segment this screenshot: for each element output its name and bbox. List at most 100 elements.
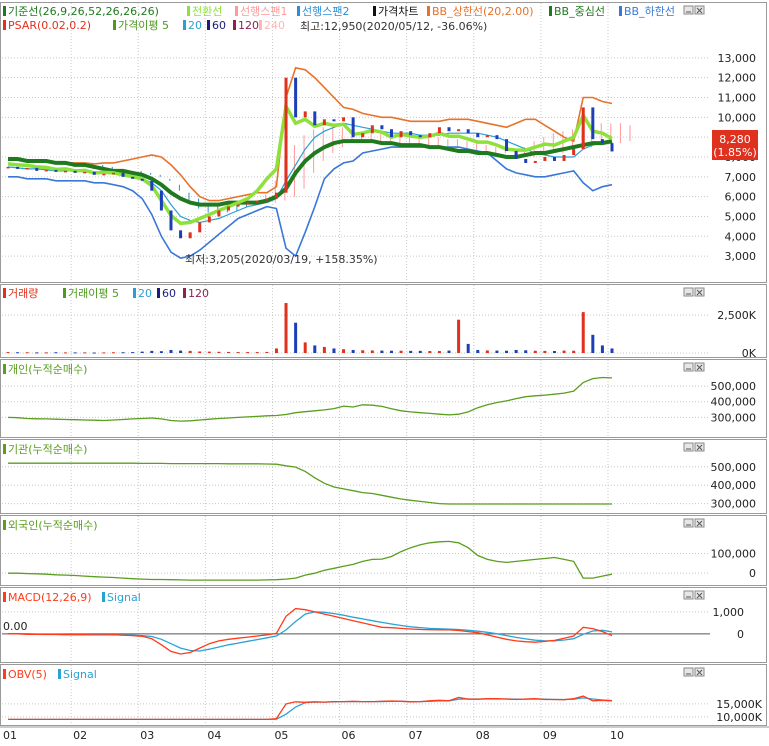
legend-swatch — [233, 20, 236, 30]
flow-axis-tick: 400,000 — [711, 396, 757, 409]
volume-bar — [457, 319, 461, 353]
minimize-icon[interactable] — [683, 287, 694, 297]
legend-item[interactable]: 거래량 — [8, 287, 38, 300]
legend-swatch — [235, 6, 238, 16]
legend-item[interactable]: 가격차트 — [378, 5, 418, 18]
minimize-icon[interactable] — [683, 518, 694, 528]
flow-axis-tick: 400,000 — [711, 479, 757, 492]
minimize-icon[interactable] — [683, 5, 694, 15]
price-candle — [572, 149, 576, 156]
macd-axis-tick: 0 — [737, 628, 744, 641]
volume-axis-tick: 2,500K — [717, 309, 756, 322]
legend-swatch — [3, 669, 6, 679]
price-candle — [140, 178, 144, 181]
price-axis-tick: 3,000 — [725, 250, 757, 263]
legend-swatch — [187, 6, 190, 16]
price-candle — [476, 133, 480, 138]
legend-item[interactable]: 60 — [212, 19, 226, 32]
legend-swatch — [157, 288, 160, 298]
volume-bar — [495, 350, 499, 353]
price-candle — [102, 173, 106, 176]
macd-zero-label: 0.00 — [3, 620, 28, 633]
price-candle — [342, 117, 346, 122]
panel-legend[interactable]: 기관(누적순매수) — [8, 443, 87, 456]
legend-item[interactable]: Signal — [107, 591, 141, 604]
price-candle — [418, 135, 422, 138]
price-candle — [198, 222, 202, 233]
legend-item[interactable]: PSAR(0.02,0.2) — [8, 19, 91, 32]
price-candle — [303, 111, 307, 118]
price-candle — [552, 156, 556, 161]
legend-item[interactable]: BB_하한선 — [624, 4, 675, 18]
price-candle — [610, 143, 614, 152]
legend-item[interactable]: Signal — [63, 668, 97, 681]
legend-item[interactable]: 60 — [162, 287, 176, 300]
minimize-icon[interactable] — [683, 590, 694, 600]
volume-bar — [159, 351, 163, 353]
minimize-icon[interactable] — [683, 362, 694, 372]
price-candle — [361, 133, 365, 138]
volume-bar — [600, 345, 604, 353]
legend-item[interactable]: 120 — [188, 287, 209, 300]
volume-bar — [552, 351, 556, 353]
current-change: (1.85%) — [713, 146, 757, 159]
legend-item[interactable]: 20 — [188, 19, 202, 32]
volume-bar — [533, 350, 537, 353]
volume-bar — [294, 322, 298, 353]
legend-swatch — [373, 6, 376, 16]
legend-item[interactable]: 기준선(26,9,26,52,26,26,26) — [8, 5, 159, 18]
volume-bar — [562, 350, 566, 353]
price-candle — [409, 131, 413, 136]
price-axis-tick: 6,000 — [725, 191, 757, 204]
minimize-icon[interactable] — [683, 442, 694, 452]
legend-swatch — [3, 364, 6, 374]
legend-item[interactable]: 전환선 — [192, 5, 222, 18]
legend-item[interactable]: OBV(5) — [8, 668, 47, 681]
legend-item[interactable]: 240 — [264, 19, 285, 32]
price-candle — [25, 167, 29, 170]
legend-item[interactable]: MACD(12,26,9) — [8, 591, 92, 604]
price-candle — [111, 172, 115, 175]
volume-bar — [179, 350, 183, 353]
volume-bar — [121, 352, 125, 354]
x-axis-tick: 03 — [140, 729, 154, 742]
price-candle — [322, 119, 326, 126]
price-candle — [284, 77, 288, 193]
legend-item[interactable]: BB_중심선 — [554, 5, 605, 18]
panel-frame — [0, 439, 767, 514]
legend-item[interactable]: 선행스팬2 — [302, 5, 349, 18]
legend-swatch — [549, 6, 552, 16]
stock-chart-svg: 13,00012,00011,00010,0009,0008,0007,0006… — [0, 2, 769, 742]
x-axis-tick: 08 — [476, 729, 490, 742]
volume-axis-tick: 0K — [742, 347, 757, 360]
volume-bar — [169, 349, 173, 353]
panel-legend[interactable]: 개인(누적순매수) — [8, 363, 87, 376]
x-axis-tick: 07 — [409, 729, 423, 742]
panel-legend[interactable]: 외국인(누적순매수) — [8, 519, 98, 532]
legend-item[interactable]: 120 — [238, 19, 259, 32]
x-axis-tick: 05 — [274, 729, 288, 742]
legend-swatch — [3, 288, 6, 298]
minimize-icon[interactable] — [683, 667, 694, 677]
legend-item[interactable]: BB_상한선(20,2.00) — [432, 5, 534, 18]
price-axis-tick: 10,000 — [718, 111, 757, 124]
price-candle — [236, 204, 240, 207]
volume-bar — [35, 352, 39, 354]
legend-item[interactable]: 가격이평 5 — [118, 19, 169, 32]
flow-axis-tick: 500,000 — [711, 461, 757, 474]
x-axis-tick: 09 — [543, 729, 557, 742]
price-candle — [543, 156, 547, 161]
price-candle — [83, 171, 87, 174]
price-candle — [313, 111, 317, 126]
obv-axis-tick: 10,000K — [716, 711, 762, 724]
legend-item[interactable]: 선행스팬1 — [240, 5, 287, 18]
price-candle — [351, 117, 355, 138]
price-axis-tick: 7,000 — [725, 171, 757, 184]
volume-bar — [274, 348, 278, 353]
legend-item[interactable]: 20 — [138, 287, 152, 300]
volume-bar — [284, 303, 288, 353]
volume-bar — [524, 350, 528, 353]
annotation-low: 최저:3,205(2020/03/19, +158.35%) — [185, 253, 378, 266]
legend-item[interactable]: 거래이평 5 — [68, 287, 119, 300]
volume-bar — [131, 352, 135, 354]
